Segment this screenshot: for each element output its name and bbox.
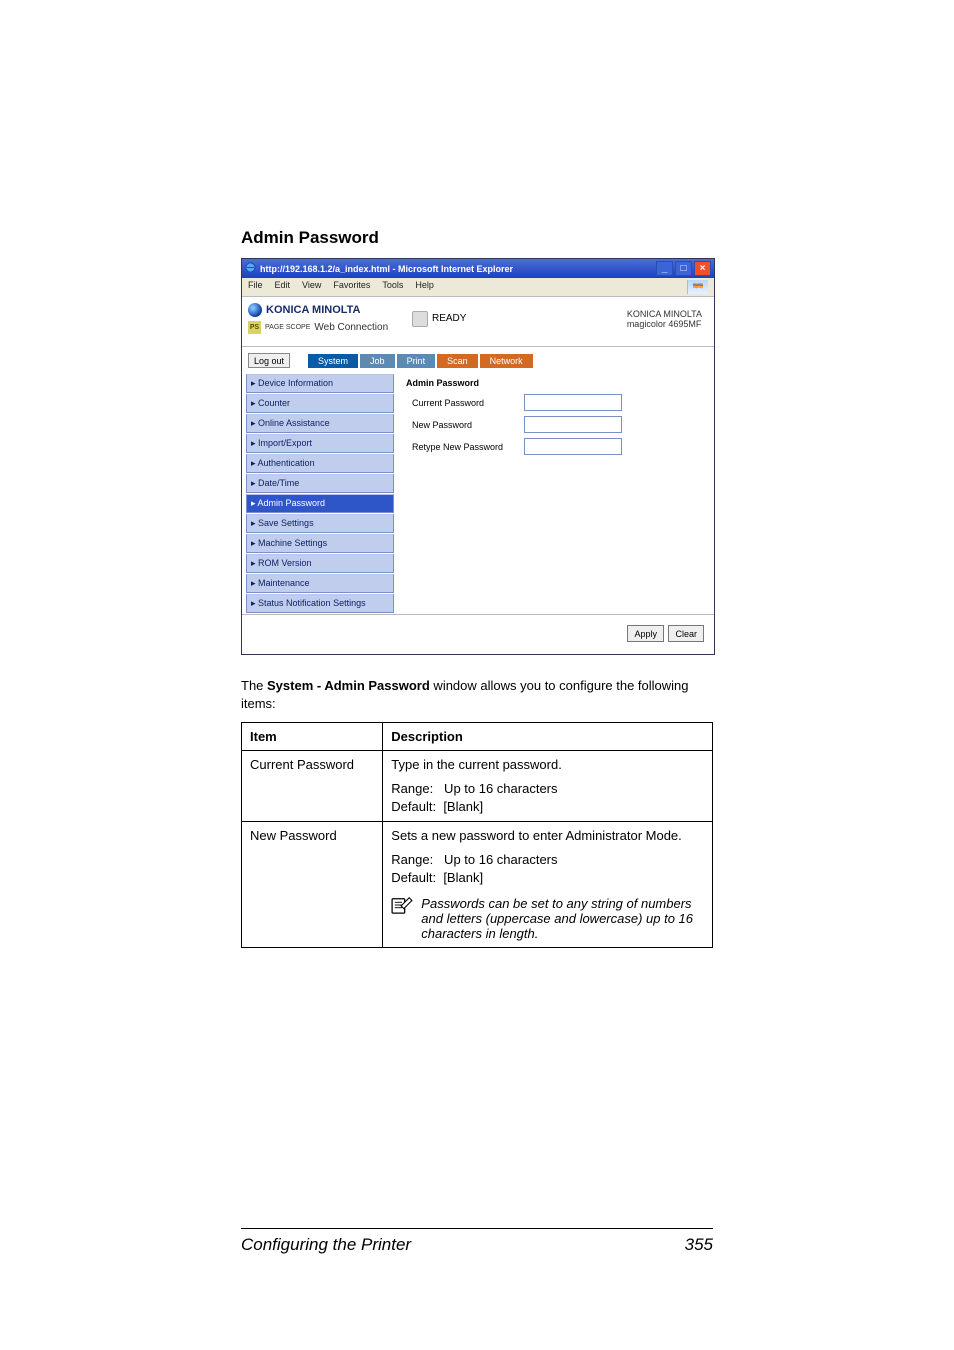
cell-description: Sets a new password to enter Administrat… <box>383 822 713 948</box>
sidebar-item-rom-version[interactable]: ▸ ROM Version <box>246 554 394 573</box>
apply-button[interactable]: Apply <box>627 625 664 642</box>
menu-favorites[interactable]: Favorites <box>333 280 370 294</box>
cell-item: Current Password <box>242 751 383 822</box>
ie-flag-icon <box>687 280 708 294</box>
footer-title: Configuring the Printer <box>241 1235 411 1255</box>
minimize-icon[interactable]: _ <box>656 261 673 276</box>
section-heading: Admin Password <box>241 228 713 248</box>
window-title: http://192.168.1.2/a_index.html - Micros… <box>260 264 513 274</box>
description-table: Item Description Current Password Type i… <box>241 722 713 948</box>
desc-range: Range: Up to 16 characters <box>391 780 704 798</box>
sidebar-item-label: Device Information <box>258 378 333 388</box>
footer-page-number: 355 <box>685 1235 713 1255</box>
desc-default: Default: [Blank] <box>391 798 704 816</box>
page-footer: Configuring the Printer 355 <box>241 1228 713 1255</box>
cell-item: New Password <box>242 822 383 948</box>
input-current-password[interactable] <box>524 394 622 411</box>
model-line1: KONICA MINOLTA <box>627 309 702 319</box>
sidebar-item-label: Online Assistance <box>258 418 330 428</box>
brand-logo-icon <box>248 303 262 317</box>
cell-description: Type in the current password. Range: Up … <box>383 751 713 822</box>
sidebar-item-date-time[interactable]: ▸ Date/Time <box>246 474 394 493</box>
sidebar-item-label: Save Settings <box>258 518 314 528</box>
label-current-password: Current Password <box>406 398 524 408</box>
logout-button[interactable]: Log out <box>248 353 290 368</box>
tab-job[interactable]: Job <box>360 354 395 368</box>
model-line2: magicolor 4695MF <box>627 319 702 329</box>
menu-file[interactable]: File <box>248 280 263 294</box>
desc-range: Range: Up to 16 characters <box>391 851 704 869</box>
status-label: READY <box>432 313 466 324</box>
sidebar-item-label: Maintenance <box>258 578 310 588</box>
sidebar-item-import-export[interactable]: ▸ Import/Export <box>246 434 394 453</box>
input-retype-password[interactable] <box>524 438 622 455</box>
sidebar-item-status-notification[interactable]: ▸ Status Notification Settings <box>246 594 394 613</box>
sidebar-item-machine-settings[interactable]: ▸ Machine Settings <box>246 534 394 553</box>
desc-note: Passwords can be set to any string of nu… <box>421 896 704 941</box>
ie-icon <box>245 262 256 275</box>
pagescope-icon: PS <box>248 321 261 334</box>
table-row: New Password Sets a new password to ente… <box>242 822 713 948</box>
caption-bold: System - Admin Password <box>267 678 430 693</box>
menu-tools[interactable]: Tools <box>382 280 403 294</box>
sidebar: ▸ Device Information ▸ Counter ▸ Online … <box>242 374 398 614</box>
brand-name: KONICA MINOLTA <box>266 304 361 316</box>
note-icon <box>391 896 413 941</box>
sidebar-item-label: Date/Time <box>258 478 299 488</box>
sidebar-item-save-settings[interactable]: ▸ Save Settings <box>246 514 394 533</box>
tab-scan[interactable]: Scan <box>437 354 478 368</box>
maximize-icon[interactable]: □ <box>675 261 692 276</box>
form-title: Admin Password <box>406 378 706 388</box>
sidebar-item-label: ROM Version <box>258 558 312 568</box>
desc-default: Default: [Blank] <box>391 869 704 887</box>
sidebar-item-online-assistance[interactable]: ▸ Online Assistance <box>246 414 394 433</box>
caption-prefix: The <box>241 678 267 693</box>
input-new-password[interactable] <box>524 416 622 433</box>
desc-main: Type in the current password. <box>391 757 704 772</box>
desc-main: Sets a new password to enter Administrat… <box>391 828 704 843</box>
menu-edit[interactable]: Edit <box>275 280 291 294</box>
caption-paragraph: The System - Admin Password window allow… <box>241 677 713 712</box>
tab-network[interactable]: Network <box>480 354 533 368</box>
label-new-password: New Password <box>406 420 524 430</box>
th-item: Item <box>242 723 383 751</box>
sub-brand: Web Connection <box>314 322 388 333</box>
form-panel: Admin Password Current Password New Pass… <box>398 374 714 614</box>
sidebar-item-label: Machine Settings <box>258 538 327 548</box>
sidebar-item-label: Import/Export <box>258 438 312 448</box>
close-icon[interactable]: × <box>694 261 711 276</box>
sidebar-item-counter[interactable]: ▸ Counter <box>246 394 394 413</box>
table-row: Current Password Type in the current pas… <box>242 751 713 822</box>
sidebar-item-label: Status Notification Settings <box>258 598 366 608</box>
sidebar-item-label: Admin Password <box>258 498 326 508</box>
pagescope-prefix: PAGE SCOPE <box>265 324 310 331</box>
sidebar-item-label: Counter <box>258 398 290 408</box>
sidebar-item-authentication[interactable]: ▸ Authentication <box>246 454 394 473</box>
menubar: File Edit View Favorites Tools Help <box>242 278 714 297</box>
menu-help[interactable]: Help <box>415 280 434 294</box>
label-retype-password: Retype New Password <box>406 442 524 452</box>
titlebar: http://192.168.1.2/a_index.html - Micros… <box>242 259 714 278</box>
sidebar-item-device-information[interactable]: ▸ Device Information <box>246 374 394 393</box>
sidebar-item-maintenance[interactable]: ▸ Maintenance <box>246 574 394 593</box>
clear-button[interactable]: Clear <box>668 625 704 642</box>
browser-screenshot: http://192.168.1.2/a_index.html - Micros… <box>241 258 715 655</box>
sidebar-item-admin-password[interactable]: ▸ Admin Password <box>246 494 394 513</box>
tab-system[interactable]: System <box>308 354 358 368</box>
th-description: Description <box>383 723 713 751</box>
menu-view[interactable]: View <box>302 280 321 294</box>
printer-icon <box>412 311 428 327</box>
tab-print[interactable]: Print <box>397 354 436 368</box>
sidebar-item-label: Authentication <box>258 458 315 468</box>
